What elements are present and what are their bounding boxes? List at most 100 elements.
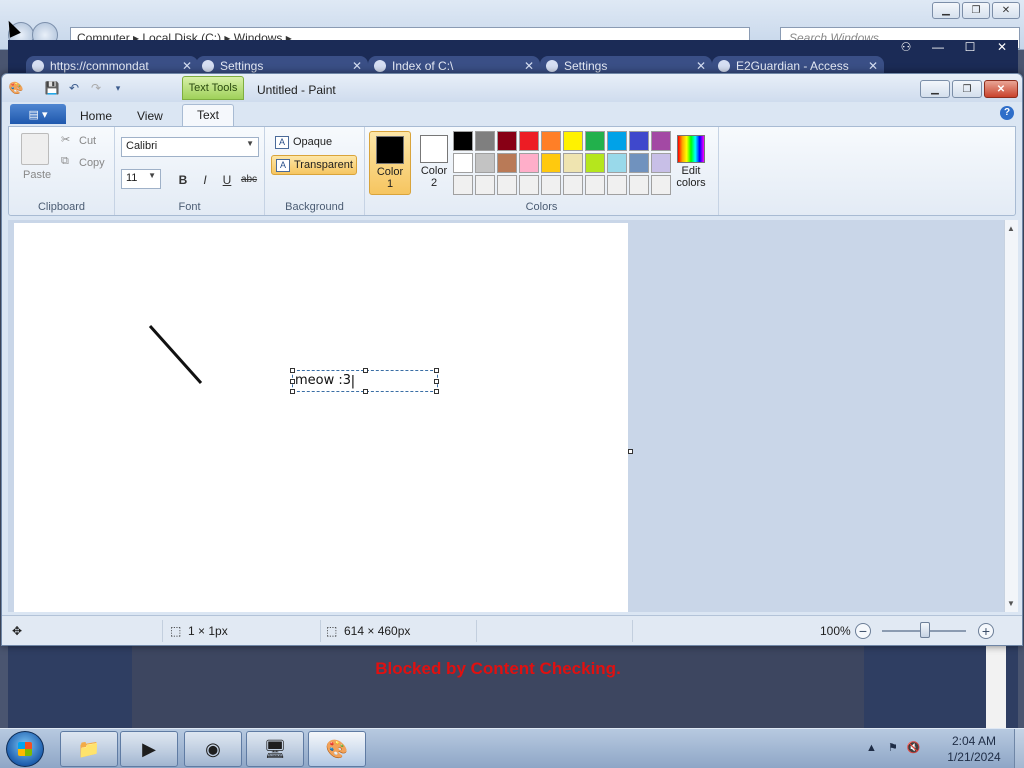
close-tab-icon[interactable]: ✕ bbox=[868, 59, 878, 73]
close-tab-icon[interactable]: ✕ bbox=[696, 59, 706, 73]
palette-swatch[interactable] bbox=[607, 153, 627, 173]
customize-qat-icon[interactable]: ▾ bbox=[110, 80, 126, 96]
canvas-resize-handle[interactable] bbox=[628, 449, 633, 454]
palette-swatch[interactable] bbox=[519, 153, 539, 173]
drawing-canvas[interactable]: meow :3 | bbox=[14, 223, 628, 612]
palette-swatch[interactable] bbox=[497, 153, 517, 173]
scroll-up-icon[interactable]: ▲ bbox=[1007, 224, 1015, 233]
minimize-icon[interactable]: — bbox=[928, 40, 948, 54]
action-center-icon[interactable]: ⚑ bbox=[888, 742, 898, 754]
copy-button[interactable]: Copy bbox=[79, 157, 105, 169]
palette-swatch[interactable] bbox=[651, 131, 671, 151]
palette-swatch[interactable] bbox=[563, 175, 583, 195]
paste-button[interactable]: Paste bbox=[23, 169, 51, 181]
palette-swatch[interactable] bbox=[497, 175, 517, 195]
resize-handle[interactable] bbox=[290, 389, 295, 394]
close-tab-icon[interactable]: ✕ bbox=[182, 59, 192, 73]
palette-swatch[interactable] bbox=[651, 175, 671, 195]
taskbar-paint[interactable]: 🎨 bbox=[308, 731, 366, 767]
underline-button[interactable]: U bbox=[217, 170, 237, 190]
tab-text[interactable]: Text bbox=[182, 104, 235, 127]
palette-swatch[interactable] bbox=[475, 153, 495, 173]
redo-icon[interactable]: ↷ bbox=[88, 80, 104, 96]
taskbar-explorer[interactable]: 📁 bbox=[60, 731, 118, 767]
scroll-down-icon[interactable]: ▼ bbox=[1007, 599, 1015, 608]
clock[interactable]: 2:04 AM 1/21/2024 bbox=[944, 733, 1004, 765]
resize-handle[interactable] bbox=[434, 368, 439, 373]
palette-swatch[interactable] bbox=[541, 131, 561, 151]
palette-swatch[interactable] bbox=[563, 131, 583, 151]
show-hidden-icons[interactable]: ▲ bbox=[866, 742, 877, 754]
paint-app-icon[interactable]: 🎨 bbox=[8, 80, 24, 96]
palette-swatch[interactable] bbox=[607, 175, 627, 195]
taskbar-chrome[interactable]: ◉ bbox=[184, 731, 242, 767]
taskbar-network[interactable]: 🖥 bbox=[246, 731, 304, 767]
tab-view[interactable]: View bbox=[137, 106, 163, 126]
font-size-select[interactable]: 11 ▼ bbox=[121, 169, 161, 189]
color2-button[interactable]: Color 2 bbox=[413, 131, 455, 195]
paste-icon[interactable] bbox=[21, 133, 49, 165]
show-desktop-button[interactable] bbox=[1014, 729, 1024, 768]
palette-swatch[interactable] bbox=[475, 175, 495, 195]
resize-handle[interactable] bbox=[363, 368, 368, 373]
palette-swatch[interactable] bbox=[497, 131, 517, 151]
close-tab-icon[interactable]: ✕ bbox=[352, 59, 362, 73]
zoom-out-button[interactable]: − bbox=[855, 623, 871, 639]
transparent-button[interactable]: A Transparent bbox=[271, 155, 357, 175]
strikethrough-button[interactable]: abc bbox=[239, 170, 259, 190]
profile-icon[interactable]: ⚇ bbox=[896, 40, 916, 54]
palette-swatch[interactable] bbox=[475, 131, 495, 151]
taskbar-media-player[interactable]: ▶ bbox=[120, 731, 178, 767]
zoom-in-button[interactable]: + bbox=[978, 623, 994, 639]
volume-muted-icon[interactable]: 🔇 bbox=[907, 742, 921, 754]
palette-swatch[interactable] bbox=[563, 153, 583, 173]
palette-swatch[interactable] bbox=[585, 153, 605, 173]
palette-swatch[interactable] bbox=[453, 131, 473, 151]
start-button[interactable] bbox=[6, 731, 44, 767]
paint-menu-button[interactable]: ▤ ▾ bbox=[10, 104, 66, 124]
vertical-scrollbar[interactable]: ▲ ▼ bbox=[1004, 220, 1018, 612]
close-button[interactable]: ✕ bbox=[984, 80, 1018, 98]
palette-swatch[interactable] bbox=[541, 153, 561, 173]
tab-home[interactable]: Home bbox=[80, 106, 112, 126]
close-tab-icon[interactable]: ✕ bbox=[524, 59, 534, 73]
restore-icon[interactable]: ❐ bbox=[962, 2, 990, 19]
palette-swatch[interactable] bbox=[453, 153, 473, 173]
save-icon[interactable]: 💾 bbox=[44, 80, 60, 96]
palette-swatch[interactable] bbox=[519, 175, 539, 195]
opaque-button[interactable]: A Opaque bbox=[271, 133, 357, 153]
palette-swatch[interactable] bbox=[629, 153, 649, 173]
palette-swatch[interactable] bbox=[585, 131, 605, 151]
italic-button[interactable]: I bbox=[195, 170, 215, 190]
close-icon[interactable]: ✕ bbox=[992, 40, 1012, 54]
font-family-select[interactable]: Calibri ▼ bbox=[121, 137, 259, 157]
resize-handle[interactable] bbox=[363, 389, 368, 394]
resize-handle[interactable] bbox=[434, 389, 439, 394]
resize-handle[interactable] bbox=[434, 379, 439, 384]
minimize-button[interactable]: ▁ bbox=[920, 80, 950, 98]
palette-swatch[interactable] bbox=[519, 131, 539, 151]
palette-swatch[interactable] bbox=[541, 175, 561, 195]
resize-handle[interactable] bbox=[290, 379, 295, 384]
palette-swatch[interactable] bbox=[651, 153, 671, 173]
minimize-icon[interactable]: ▁ bbox=[932, 2, 960, 19]
bold-button[interactable]: B bbox=[173, 170, 193, 190]
edit-colors-button[interactable]: Edit colors bbox=[671, 131, 711, 189]
quick-access-toolbar: 🎨 💾 ↶ ↷ ▾ bbox=[8, 80, 126, 96]
palette-swatch[interactable] bbox=[607, 131, 627, 151]
undo-icon[interactable]: ↶ bbox=[66, 80, 82, 96]
resize-handle[interactable] bbox=[290, 368, 295, 373]
cut-button[interactable]: Cut bbox=[79, 135, 96, 147]
zoom-slider-thumb[interactable] bbox=[920, 622, 930, 638]
palette-swatch[interactable] bbox=[585, 175, 605, 195]
help-icon[interactable]: ? bbox=[1000, 106, 1014, 120]
palette-swatch[interactable] bbox=[629, 175, 649, 195]
palette-swatch[interactable] bbox=[629, 131, 649, 151]
text-box[interactable]: meow :3 | bbox=[290, 368, 439, 394]
close-icon[interactable]: ✕ bbox=[992, 2, 1020, 19]
palette-swatch[interactable] bbox=[453, 175, 473, 195]
drawn-line bbox=[148, 324, 203, 385]
color1-button[interactable]: Color 1 bbox=[369, 131, 411, 195]
maximize-icon[interactable]: ☐ bbox=[960, 40, 980, 54]
restore-button[interactable]: ❐ bbox=[952, 80, 982, 98]
